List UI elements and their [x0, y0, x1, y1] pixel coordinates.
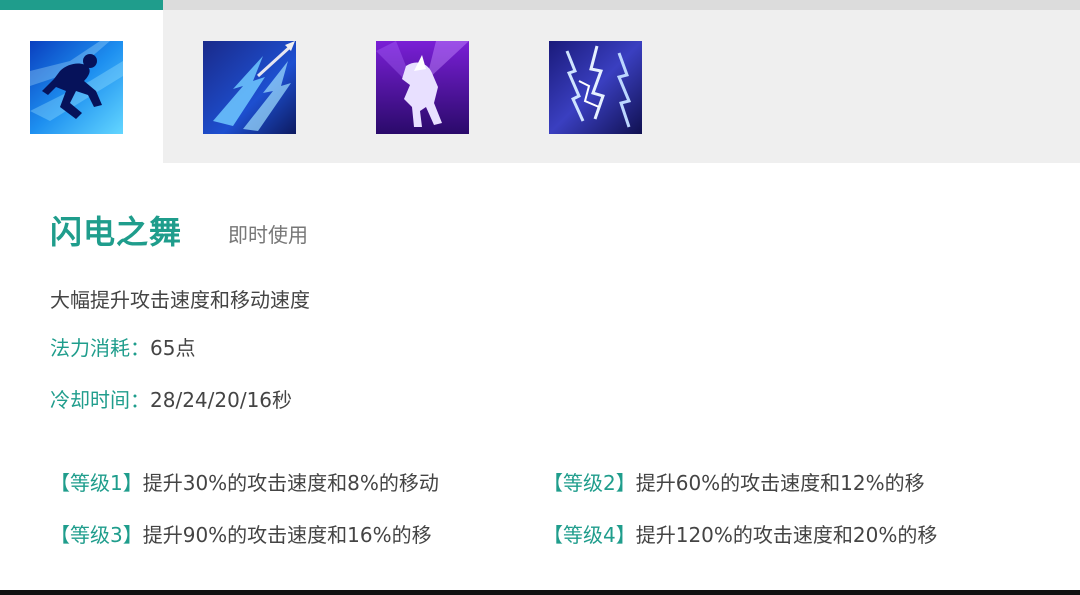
level-2-row: 【等级2】提升60%的攻击速度和12%的移: [543, 467, 925, 496]
level-4-text: 提升120%的攻击速度和20%的移: [635, 523, 938, 547]
skill-description: 大幅提升攻击速度和移动速度: [50, 288, 310, 312]
lightning-horse-icon: [376, 41, 469, 134]
level-3-tag: 【等级3】: [50, 523, 143, 547]
level-1-tag: 【等级1】: [50, 471, 143, 495]
active-tab-indicator: [0, 0, 163, 10]
sprint-figure-icon: [30, 41, 123, 134]
level-2-text: 提升60%的攻击速度和12%的移: [635, 471, 925, 495]
level-1-text: 提升30%的攻击速度和8%的移动: [142, 471, 439, 495]
cooldown-row: 冷却时间：28/24/20/16秒: [50, 384, 292, 413]
cooldown-label: 冷却时间：: [50, 388, 150, 412]
skill-tab-1[interactable]: [0, 10, 163, 163]
bottom-edge-bar: [0, 590, 1080, 595]
tab-top-bar: [0, 0, 1080, 10]
level-2-tag: 【等级2】: [543, 471, 636, 495]
skill-tab-3[interactable]: [346, 10, 509, 163]
lightning-storm-icon: [549, 41, 642, 134]
level-4-row: 【等级4】提升120%的攻击速度和20%的移: [543, 519, 937, 548]
skill-tab-2[interactable]: [173, 10, 336, 163]
level-4-tag: 【等级4】: [543, 523, 636, 547]
skill-tab-strip: [0, 0, 1080, 163]
level-1-row: 【等级1】提升30%的攻击速度和8%的移动: [50, 467, 439, 496]
skill-name: 闪电之舞: [50, 213, 183, 251]
skill-activation-type: 即时使用: [228, 223, 308, 247]
mana-cost-row: 法力消耗：65点: [50, 332, 195, 361]
level-3-text: 提升90%的攻击速度和16%的移: [142, 523, 432, 547]
mana-cost-value: 65点: [150, 336, 196, 360]
mana-cost-label: 法力消耗：: [50, 336, 150, 360]
cooldown-value: 28/24/20/16秒: [150, 388, 293, 412]
level-3-row: 【等级3】提升90%的攻击速度和16%的移: [50, 519, 432, 548]
skill-tab-4[interactable]: [519, 10, 682, 163]
lightning-spear-icon: [203, 41, 296, 134]
